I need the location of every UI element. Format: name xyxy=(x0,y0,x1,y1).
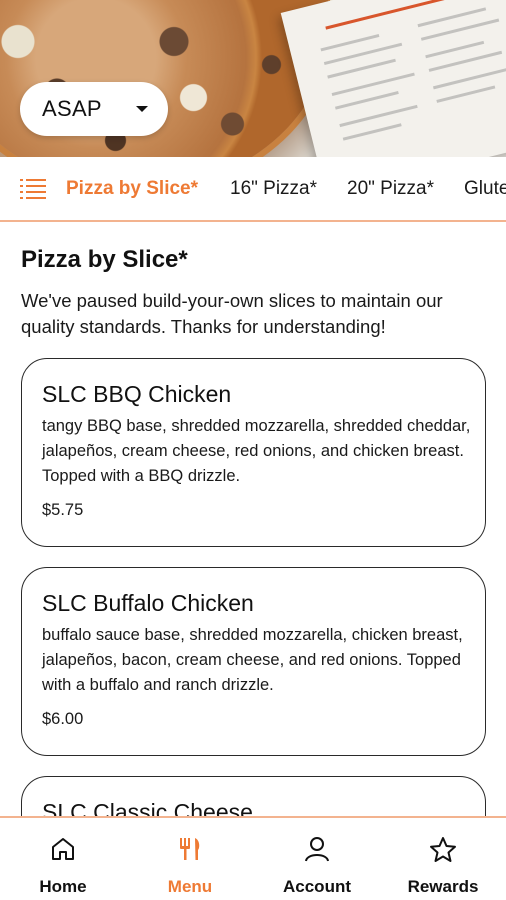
category-list-icon[interactable] xyxy=(20,178,46,200)
nav-rewards-label: Rewards xyxy=(407,877,479,896)
menu-paper-photo xyxy=(280,0,506,157)
item-name: SLC Buffalo Chicken xyxy=(42,590,254,616)
order-time-dropdown[interactable]: ASAP xyxy=(20,82,168,136)
category-tabs: Pizza by Slice* 16" Pizza* 20" Pizza* Gl… xyxy=(0,157,506,222)
fork-knife-icon xyxy=(180,838,200,860)
menu-content: Pizza by Slice* We've paused build-your-… xyxy=(0,224,506,816)
person-icon xyxy=(305,837,329,862)
hero-banner: ASAP xyxy=(0,0,506,157)
tab-20-pizza[interactable]: 20" Pizza* xyxy=(347,178,434,200)
tab-gluten[interactable]: Gluten xyxy=(464,178,506,200)
bottom-navigation: Home Menu Account Rewards xyxy=(0,816,506,900)
menu-item-card[interactable]: SLC Buffalo Chicken buffalo sauce base, … xyxy=(21,567,486,756)
section-notice: We've paused build-your-own slices to ma… xyxy=(21,290,443,337)
item-description: buffalo sauce base, shredded mozzarella,… xyxy=(42,626,463,694)
section-title: Pizza by Slice* xyxy=(21,246,188,273)
order-time-value: ASAP xyxy=(42,96,102,121)
menu-item-card[interactable]: SLC BBQ Chicken tangy BBQ base, shredded… xyxy=(21,358,486,547)
item-description: tangy BBQ base, shredded mozzarella, shr… xyxy=(42,417,471,485)
nav-rewards[interactable]: Rewards xyxy=(380,818,506,900)
nav-menu[interactable]: Menu xyxy=(127,818,253,900)
item-name: SLC BBQ Chicken xyxy=(42,381,232,407)
star-icon xyxy=(430,837,456,862)
item-name: SLC Classic Cheese xyxy=(42,799,253,816)
item-price: $5.75 xyxy=(42,501,84,519)
nav-account-label: Account xyxy=(283,877,351,896)
nav-home[interactable]: Home xyxy=(0,818,126,900)
nav-home-label: Home xyxy=(39,877,87,896)
nav-menu-label: Menu xyxy=(167,877,213,896)
tab-16-pizza[interactable]: 16" Pizza* xyxy=(230,178,317,200)
menu-item-card[interactable]: SLC Classic Cheese xyxy=(21,776,486,816)
nav-account[interactable]: Account xyxy=(254,818,380,900)
home-icon xyxy=(52,838,74,860)
chevron-down-icon xyxy=(136,106,148,112)
tab-pizza-by-slice[interactable]: Pizza by Slice* xyxy=(66,178,198,200)
item-price: $6.00 xyxy=(42,710,84,728)
